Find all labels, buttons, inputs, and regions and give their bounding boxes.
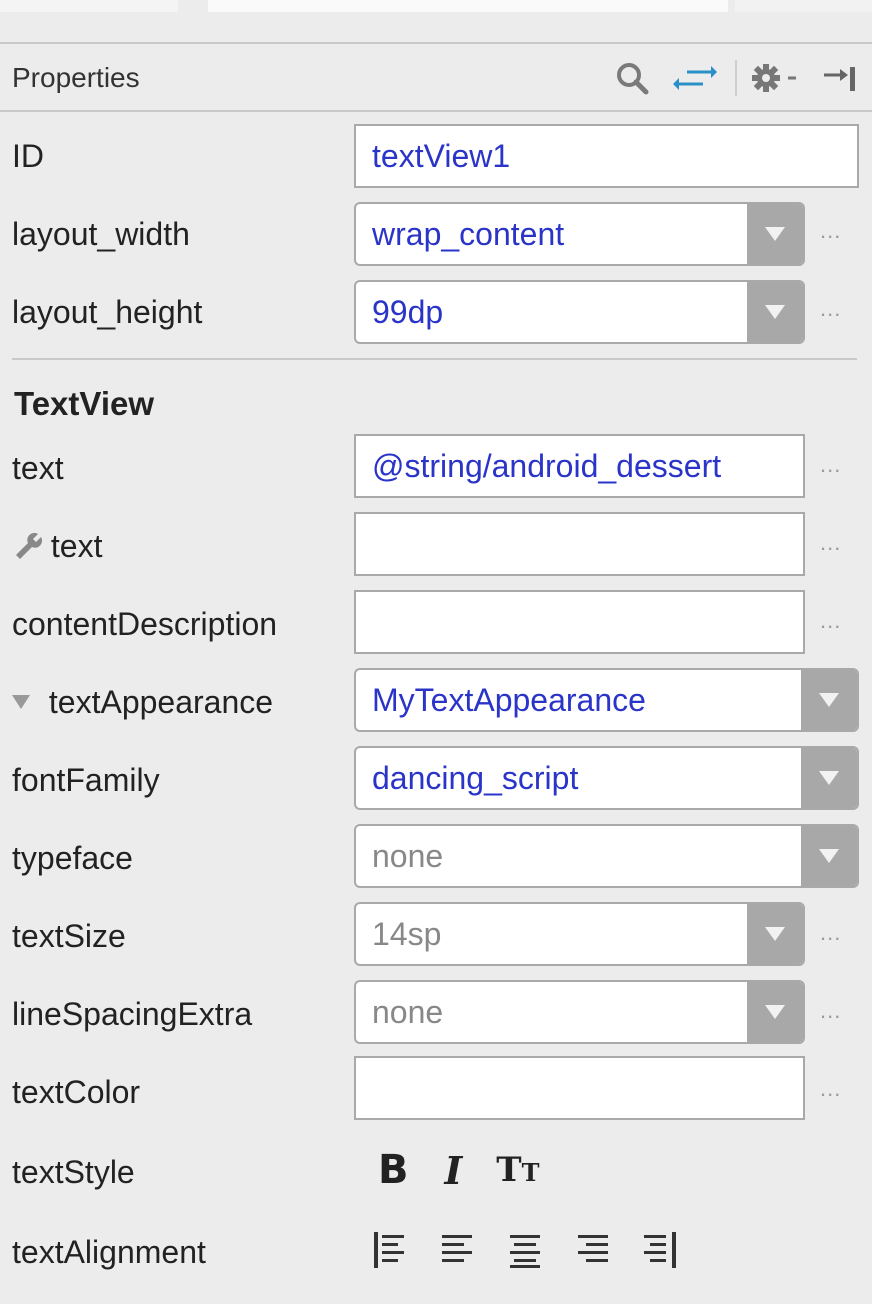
text-style-label: textStyle [12, 1154, 135, 1190]
typeface-dropdown[interactable]: none [354, 824, 859, 888]
collapse-panel-icon[interactable] [820, 58, 860, 98]
text-appearance-dropdown[interactable]: MyTextAppearance [354, 668, 859, 732]
layout-height-label: layout_height [12, 294, 203, 330]
text-appearance-row-label[interactable]: textAppearance [12, 684, 273, 721]
line-spacing-extra-label: lineSpacingExtra [12, 996, 253, 1032]
align-left-icon[interactable] [442, 1231, 472, 1269]
text-style-buttons: B I TT [378, 1146, 539, 1194]
top-strip-segment [735, 0, 872, 12]
text-alignment-buttons [374, 1228, 678, 1272]
tools-text-more-button[interactable]: ... [820, 530, 841, 556]
text-color-more-button[interactable]: ... [820, 1076, 841, 1102]
id-field[interactable]: textView1 [354, 124, 859, 188]
section-divider [12, 358, 857, 360]
text-label: text [12, 450, 64, 486]
layout-width-label: layout_width [12, 216, 190, 252]
layout-height-value: 99dp [372, 294, 444, 330]
dropdown-arrow-icon[interactable] [747, 282, 803, 342]
layout-width-dropdown[interactable]: wrap_content [354, 202, 805, 266]
tools-text-label: text [50, 528, 103, 564]
line-spacing-extra-dropdown[interactable]: none [354, 980, 805, 1044]
layout-width-value: wrap_content [372, 216, 565, 252]
text-alignment-label: textAlignment [12, 1234, 206, 1270]
align-center-icon[interactable] [510, 1231, 540, 1269]
expand-triangle-icon[interactable] [12, 695, 30, 709]
section-title-textview: TextView [14, 385, 155, 422]
align-end-icon[interactable] [644, 1231, 678, 1269]
align-start-icon[interactable] [374, 1231, 408, 1269]
gear-dropdown-icon[interactable] [748, 58, 802, 98]
text-size-value: 14sp [372, 916, 442, 952]
text-more-button[interactable]: ... [820, 452, 841, 478]
text-appearance-value: MyTextAppearance [372, 682, 646, 718]
text-value: @string/android_dessert [372, 448, 722, 484]
dropdown-arrow-icon[interactable] [801, 670, 857, 730]
search-icon[interactable] [610, 58, 654, 98]
dropdown-arrow-icon[interactable] [801, 826, 857, 886]
all-caps-button[interactable]: TT [496, 1150, 539, 1190]
content-description-more-button[interactable]: ... [820, 608, 841, 634]
dropdown-arrow-icon[interactable] [747, 204, 803, 264]
font-family-dropdown[interactable]: dancing_script [354, 746, 859, 810]
dropdown-arrow-icon[interactable] [801, 748, 857, 808]
top-strip-segment [0, 0, 178, 12]
text-appearance-label: textAppearance [48, 684, 274, 720]
layout-width-more-button[interactable]: ... [820, 218, 841, 244]
text-color-label: textColor [12, 1074, 141, 1110]
top-strip-segment [208, 0, 728, 12]
tools-text-field[interactable] [354, 512, 805, 576]
typeface-value: none [372, 838, 444, 874]
text-field[interactable]: @string/android_dessert [354, 434, 805, 498]
text-size-label: textSize [12, 918, 126, 954]
id-label: ID [12, 138, 44, 174]
swap-arrows-icon[interactable] [670, 58, 720, 98]
italic-button[interactable]: I [445, 1148, 463, 1193]
content-description-field[interactable] [354, 590, 805, 654]
text-size-dropdown[interactable]: 14sp [354, 902, 805, 966]
id-value: textView1 [372, 138, 511, 174]
line-spacing-extra-value: none [372, 994, 444, 1030]
dropdown-arrow-icon[interactable] [747, 904, 803, 964]
panel-title: Properties [12, 62, 140, 93]
typeface-label: typeface [12, 840, 133, 876]
text-color-field[interactable] [354, 1056, 805, 1120]
text-size-more-button[interactable]: ... [820, 920, 841, 946]
font-family-label: fontFamily [12, 762, 160, 798]
content-description-label: contentDescription [12, 606, 278, 642]
header-separator [735, 60, 737, 96]
dropdown-arrow-icon[interactable] [747, 982, 803, 1042]
layout-height-more-button[interactable]: ... [820, 296, 841, 322]
wrench-icon [16, 532, 43, 559]
properties-panel-header: Properties [0, 42, 872, 112]
bold-button[interactable]: B [378, 1147, 409, 1193]
align-right-icon[interactable] [578, 1231, 608, 1269]
line-spacing-extra-more-button[interactable]: ... [820, 998, 841, 1024]
font-family-value: dancing_script [372, 760, 579, 796]
tools-text-row-label: text [12, 528, 102, 565]
top-strip [0, 0, 872, 40]
layout-height-dropdown[interactable]: 99dp [354, 280, 805, 344]
